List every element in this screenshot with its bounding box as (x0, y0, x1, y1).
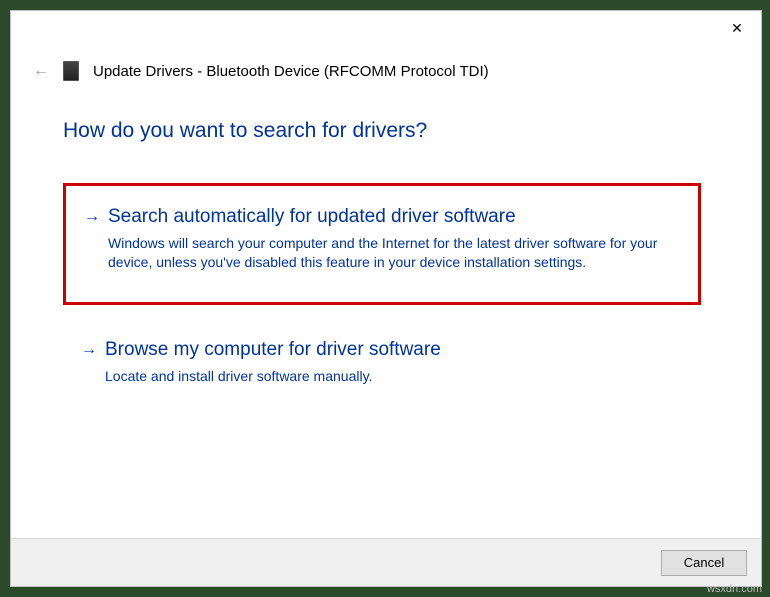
update-drivers-dialog: ✕ ← Update Drivers - Bluetooth Device (R… (10, 10, 762, 587)
arrow-right-icon: → (81, 337, 97, 363)
dialog-footer: Cancel (11, 538, 761, 586)
option-header: → Search automatically for updated drive… (84, 204, 680, 230)
option-browse-computer[interactable]: → Browse my computer for driver software… (63, 323, 701, 412)
device-icon (63, 61, 79, 81)
watermark-text: wsxdn.com (707, 583, 762, 595)
dialog-title: Update Drivers - Bluetooth Device (RFCOM… (93, 63, 489, 80)
option-description: Locate and install driver software manua… (105, 367, 665, 386)
option-title: Search automatically for updated driver … (108, 204, 516, 230)
driver-search-options: → Search automatically for updated drive… (63, 183, 701, 430)
arrow-right-icon: → (84, 204, 100, 230)
close-icon: ✕ (731, 20, 743, 37)
option-header: → Browse my computer for driver software (81, 337, 683, 363)
back-arrow-icon[interactable]: ← (33, 62, 49, 80)
option-search-automatically[interactable]: → Search automatically for updated drive… (63, 183, 701, 305)
cancel-button[interactable]: Cancel (661, 550, 747, 576)
close-button[interactable]: ✕ (723, 17, 751, 39)
dialog-header: ← Update Drivers - Bluetooth Device (RFC… (33, 61, 731, 81)
page-heading: How do you want to search for drivers? (63, 119, 427, 143)
option-description: Windows will search your computer and th… (108, 234, 668, 272)
option-title: Browse my computer for driver software (105, 337, 441, 363)
